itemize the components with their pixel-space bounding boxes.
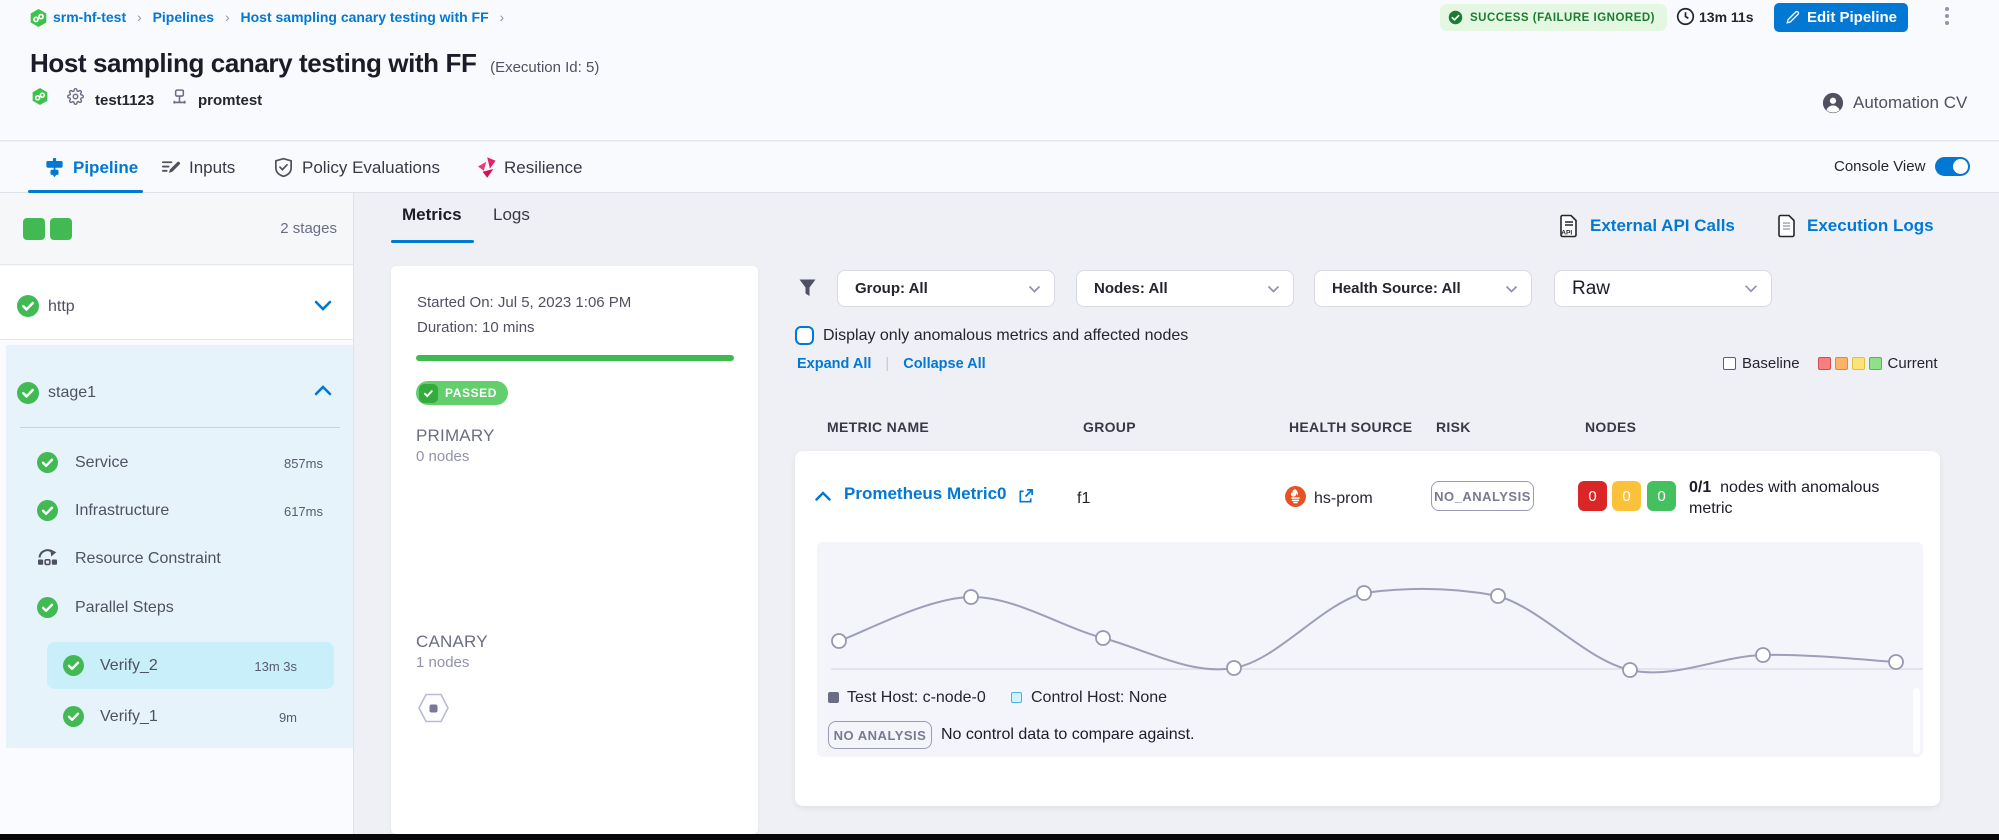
svg-text:API: API xyxy=(1561,230,1572,237)
